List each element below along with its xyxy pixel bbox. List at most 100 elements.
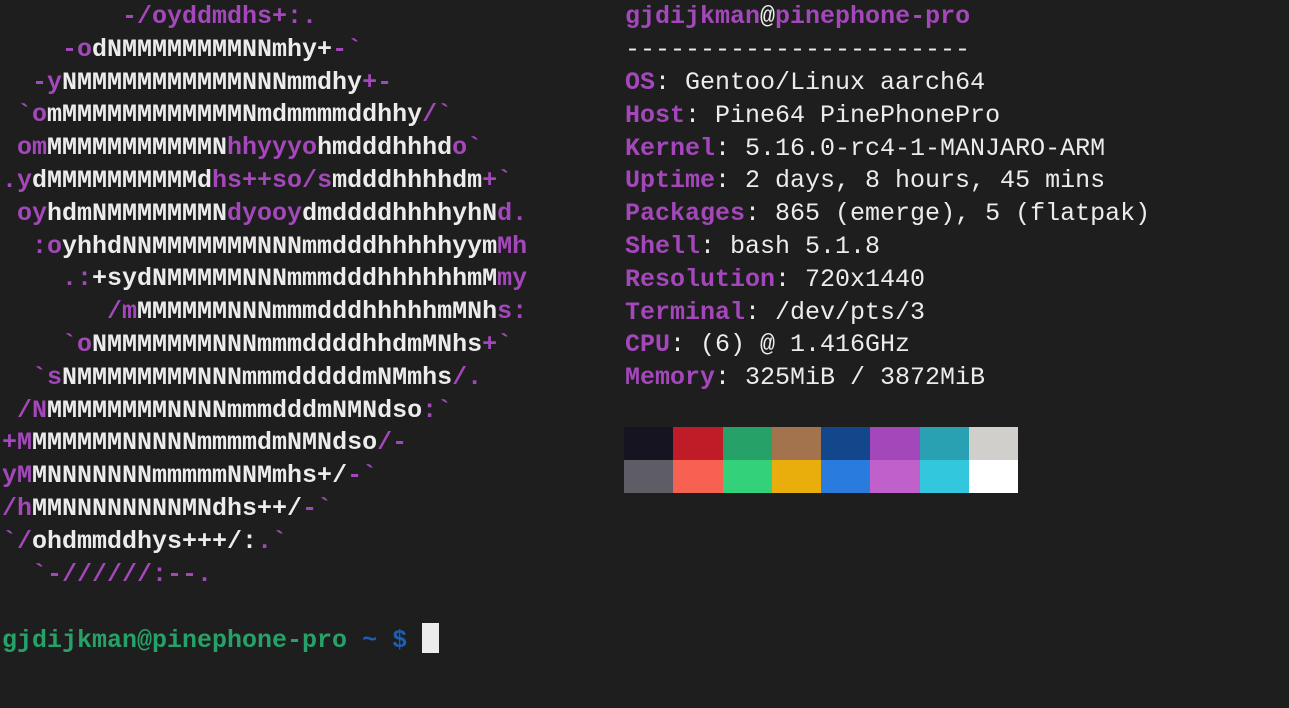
ascii-logo-segment: om (2, 133, 48, 163)
ascii-logo-segment: hhyyyo (227, 133, 318, 163)
info-row-os: OS: Gentoo/Linux aarch64 (625, 67, 985, 100)
prompt-path: ~ (362, 626, 378, 655)
info-row-shell: Shell: bash 5.1.8 (625, 231, 880, 264)
ascii-logo-segment: .` (257, 526, 288, 556)
info-row-memory: Memory: 325MiB / 3872MiB (625, 362, 985, 395)
ascii-logo-segment: -y (2, 67, 63, 97)
ascii-logo-segment: yhhdNNMMMMMMMNNNmmdddhhhhhyym (62, 231, 498, 261)
ascii-logo-segment: mMMMMMMMMMMMMNmdmmmmddhhy (47, 100, 423, 130)
ascii-logo-segment: :` (422, 395, 453, 425)
ascii-logo-segment: :o (2, 231, 63, 261)
info-key: Resolution (625, 264, 776, 294)
ascii-logo-segment: /- (377, 428, 408, 458)
ascii-logo-segment: MMNNNNNNNNMNdhs++/ (32, 494, 303, 523)
ascii-logo-segment: /N (2, 395, 48, 425)
color-swatch-bright-7 (968, 460, 1018, 493)
ascii-logo-segment: hmdddhhhd (317, 133, 453, 163)
ascii-logo-segment: `o (2, 100, 48, 130)
info-user: gjdijkman (625, 2, 761, 31)
ascii-logo-segment: `o (2, 330, 93, 359)
ascii-logo-segment: hs++so/s (212, 166, 333, 195)
ascii-logo-line: +MMMMMMMNNNNNmmmmdmNMNdso/- (2, 427, 407, 460)
color-swatch-normal-1 (673, 427, 723, 460)
info-row-kernel: Kernel: 5.16.0-rc4-1-MANJARO-ARM (625, 133, 1105, 166)
info-at-sign: @ (760, 2, 776, 31)
info-row-terminal: Terminal: /dev/pts/3 (625, 297, 925, 330)
ascii-logo-segment: mdddhhhhdm (332, 166, 483, 195)
info-value: : 865 (emerge), 5 (flatpak) (745, 199, 1151, 229)
ascii-logo-segment: /m (2, 297, 138, 327)
ascii-logo-segment: hdmNMMMMMMMN (47, 198, 228, 228)
color-swatch-normal-5 (870, 427, 920, 460)
ascii-logo-line: :oyhhdNNMMMMMMMNNNmmdddhhhhhyymMh (2, 231, 527, 264)
ascii-logo-segment: +` (482, 330, 513, 359)
text-cursor[interactable] (422, 623, 440, 653)
info-value: : (6) @ 1.416GHz (670, 330, 911, 360)
ascii-logo-line: .:+sydNMMMMMNNNmmmdddhhhhhhmMmy (2, 263, 527, 296)
ascii-logo-line: `oNMMMMMMMNNNmmmddddhhdmMNhs+` (2, 329, 512, 362)
info-key: Host (625, 100, 686, 130)
ascii-logo-line: /hMMNNNNNNNNMNdhs++/-` (2, 493, 332, 526)
ascii-logo-segment: /. (452, 362, 483, 392)
info-row-resolution: Resolution: 720x1440 (625, 264, 925, 297)
info-key: Packages (625, 199, 746, 229)
color-swatch-normal-6 (919, 427, 969, 460)
shell-prompt[interactable]: gjdijkman@pinephone-pro ~ $ (2, 623, 440, 658)
color-swatch-normal-2 (722, 427, 772, 460)
info-value: : Gentoo/Linux aarch64 (655, 68, 986, 97)
ascii-logo-segment: /h (2, 494, 33, 523)
ascii-logo-segment: my (497, 264, 528, 294)
info-row-uptime: Uptime: 2 days, 8 hours, 45 mins (625, 165, 1105, 198)
info-key: Terminal (625, 297, 746, 327)
ascii-logo-segment: .: (2, 264, 93, 294)
color-swatch-bright-0 (624, 460, 674, 493)
ascii-logo-line: yMMNNNNNNNmmmmmNNMmhs+/-` (2, 460, 377, 493)
info-key: Kernel (625, 133, 716, 163)
ascii-logo-segment: dmddddhhhhyhN (302, 198, 498, 228)
ascii-logo-line: oyhdmNMMMMMMMNdyooydmddddhhhhyhNd. (2, 198, 527, 231)
ascii-logo-segment: yM (2, 461, 33, 491)
terminal-window[interactable]: -/oyddmdhs+:. -odNMMMMMMMMNNmhy+-` -y NMM… (0, 0, 1289, 708)
info-separator: ----------------------- (625, 35, 971, 64)
ascii-logo-segment: MMMMMMNNNmmmdddhhhhhmMNh (137, 297, 498, 327)
ascii-logo-segment: .y (2, 166, 33, 195)
ascii-logo-segment: MNNNNNNNmmmmmNNMmhs+/ (32, 461, 348, 491)
info-value: : 2 days, 8 hours, 45 mins (715, 166, 1106, 196)
ascii-logo-segment: Mh (497, 231, 528, 261)
ascii-logo-segment: +- (362, 67, 393, 97)
ascii-logo-segment: MMMMMMMMNNNNmmmdddmNMNdso (47, 395, 423, 425)
ascii-logo-line: .ydMMMMMMMMMMdhs++so/smdddhhhhdm+` (2, 165, 512, 198)
info-value: : 325MiB / 3872MiB (715, 363, 986, 393)
ascii-logo-line: `omMMMMMMMMMMMMNmdmmmmddhhy/` (2, 99, 452, 132)
ascii-logo-segment: o` (452, 133, 483, 163)
ascii-logo-segment: -/oyddmdhs+:. (2, 2, 318, 31)
info-value: : bash 5.1.8 (700, 232, 881, 261)
ascii-logo-segment: -` (332, 34, 363, 64)
ascii-logo-segment: oy (2, 198, 48, 228)
info-row-packages: Packages: 865 (emerge), 5 (flatpak) (625, 198, 1150, 231)
ascii-logo-segment: dNMMMMMMMMNNmhy+ (92, 34, 333, 64)
color-swatch-bright-3 (771, 460, 821, 493)
info-key: OS (625, 68, 656, 97)
color-palette (624, 427, 1018, 493)
ascii-logo-segment: `-//////:--. (2, 559, 213, 589)
info-key: Shell (625, 232, 701, 261)
info-row-host: Host: Pine64 PinePhonePro (625, 100, 1000, 133)
color-swatch-normal-0 (624, 427, 674, 460)
info-key: Uptime (625, 166, 716, 196)
color-swatch-bright-1 (673, 460, 723, 493)
ascii-logo-line: `sNMMMMMMMMNNNmmmdddddmNMmhs/. (2, 362, 482, 395)
ascii-logo-segment: MMMMMMMMMMMN (47, 133, 228, 163)
color-swatch-bright-6 (919, 460, 969, 493)
ascii-logo-line: /NMMMMMMMMNNNNmmmdddmNMNdso:` (2, 395, 452, 428)
info-host: pinephone-pro (775, 2, 971, 31)
ascii-logo-segment: d. (497, 198, 528, 228)
ascii-logo-segment: +sydNMMMMMNNNmmmdddhhhhhhmM (92, 264, 498, 294)
ascii-logo-segment: dMMMMMMMMMMd (32, 166, 213, 195)
prompt-symbol: $ (392, 626, 408, 655)
info-value: : 5.16.0-rc4-1-MANJARO-ARM (715, 133, 1106, 163)
info-key: CPU (625, 330, 671, 360)
ascii-logo-segment: NMMMMMMMNNNmmmddddhhdmMNhs (92, 330, 483, 359)
ascii-logo-line: -odNMMMMMMMMNNmhy+-` (2, 34, 362, 67)
color-swatch-normal-3 (771, 427, 821, 460)
